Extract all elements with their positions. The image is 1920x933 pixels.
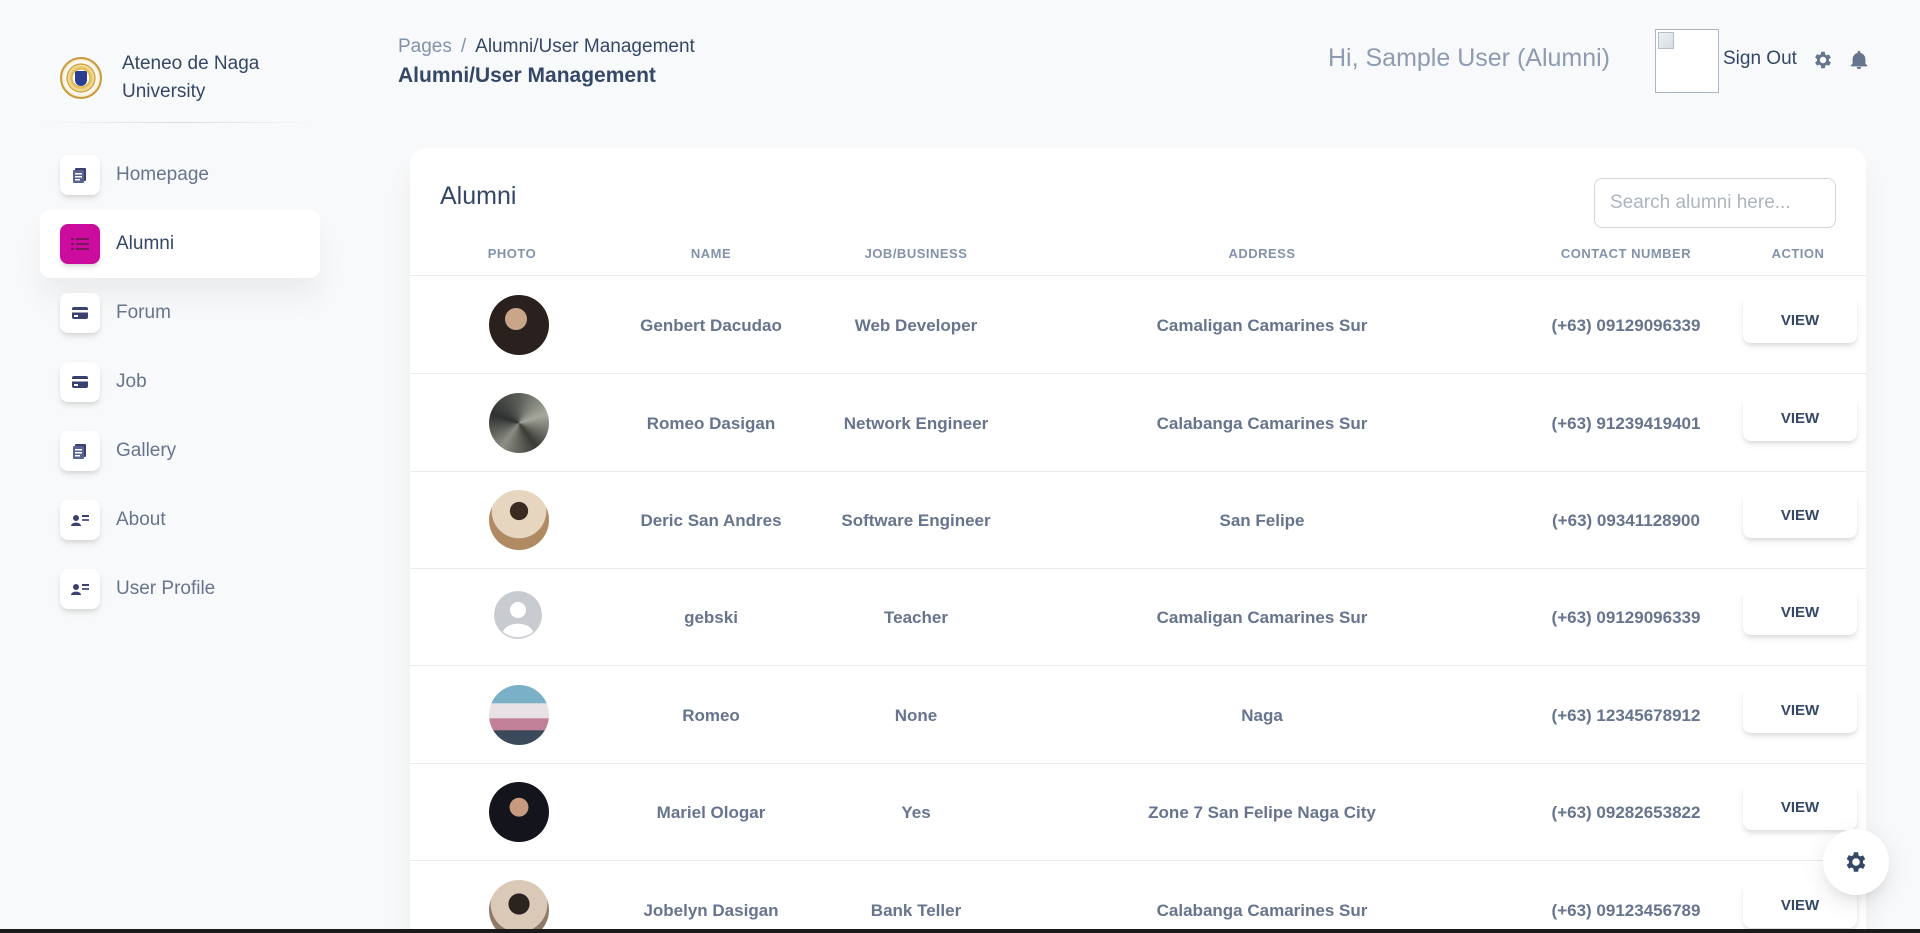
sidebar-item-gallery[interactable]: Gallery bbox=[40, 417, 320, 485]
card-title: Alumni bbox=[440, 182, 517, 210]
view-button[interactable]: VIEW bbox=[1743, 687, 1857, 733]
alumni-name: Jobelyn Dasigan bbox=[643, 901, 779, 920]
sidebar: Ateneo de Naga University Homepage Alumn… bbox=[40, 40, 320, 640]
sidebar-item-homepage[interactable]: Homepage bbox=[40, 141, 320, 209]
alumni-job: Web Developer bbox=[854, 316, 978, 335]
sidebar-item-label: Forum bbox=[116, 302, 171, 323]
brand-name: Ateneo de Naga University bbox=[122, 53, 260, 102]
column-header-address: ADDRESS bbox=[1228, 246, 1296, 261]
alumni-photo bbox=[489, 685, 549, 745]
view-button[interactable]: VIEW bbox=[1743, 784, 1857, 830]
list-icon bbox=[60, 224, 100, 264]
bell-icon[interactable] bbox=[1848, 49, 1870, 71]
window-bottom-edge bbox=[0, 929, 1920, 933]
table-header: PHOTO NAME JOB/BUSINESS ADDRESS CONTACT … bbox=[410, 244, 1866, 276]
credit-card-icon bbox=[60, 362, 100, 402]
column-header-photo: PHOTO bbox=[487, 246, 537, 261]
alumni-job: None bbox=[894, 706, 938, 725]
view-button[interactable]: VIEW bbox=[1743, 297, 1857, 343]
alumni-job: Network Engineer bbox=[843, 414, 989, 433]
alumni-name: Deric San Andres bbox=[640, 511, 782, 530]
alumni-address: Calabanga Camarines Sur bbox=[1156, 901, 1368, 920]
alumni-name: Mariel Ologar bbox=[656, 803, 766, 822]
credit-card-icon bbox=[60, 293, 100, 333]
view-button[interactable]: VIEW bbox=[1743, 395, 1857, 441]
alumni-photo bbox=[489, 880, 549, 933]
breadcrumb: Pages / Alumni/User Management bbox=[398, 36, 695, 58]
sidebar-item-label: Homepage bbox=[116, 164, 209, 185]
breadcrumb-separator: / bbox=[460, 36, 467, 57]
sidebar-item-user-profile[interactable]: User Profile bbox=[40, 555, 320, 623]
table-row: Mariel Ologar Yes Zone 7 San Felipe Naga… bbox=[410, 764, 1866, 861]
alumni-job: Yes bbox=[901, 803, 931, 822]
alumni-card: Alumni PHOTO NAME JOB/BUSINESS ADDRESS C… bbox=[410, 148, 1866, 933]
table-row: Jobelyn Dasigan Bank Teller Calabanga Ca… bbox=[410, 862, 1866, 933]
university-seal-logo bbox=[60, 57, 102, 99]
column-header-name: NAME bbox=[690, 246, 732, 261]
table-row: Romeo Dasigan Network Engineer Calabanga… bbox=[410, 375, 1866, 472]
sidebar-item-alumni[interactable]: Alumni bbox=[40, 210, 320, 278]
view-button[interactable]: VIEW bbox=[1743, 589, 1857, 635]
alumni-contact: (+63) 09341128900 bbox=[1552, 511, 1700, 530]
user-card-icon bbox=[60, 500, 100, 540]
sign-out-link[interactable]: Sign Out bbox=[1723, 48, 1797, 70]
alumni-contact: (+63) 09129096339 bbox=[1551, 316, 1701, 335]
alumni-name: Genbert Dacudao bbox=[640, 316, 782, 335]
sidebar-divider bbox=[40, 122, 316, 123]
gear-icon bbox=[1846, 852, 1866, 872]
sidebar-item-about[interactable]: About bbox=[40, 486, 320, 554]
alumni-job: Software Engineer bbox=[841, 511, 991, 530]
document-icon bbox=[60, 431, 100, 471]
sidebar-item-label: About bbox=[116, 509, 166, 530]
alumni-address: Zone 7 San Felipe Naga City bbox=[1148, 803, 1376, 822]
alumni-photo bbox=[489, 782, 549, 842]
alumni-photo bbox=[489, 295, 549, 355]
table-row: gebski Teacher Camaligan Camarines Sur (… bbox=[410, 569, 1866, 666]
avatar[interactable] bbox=[1655, 29, 1719, 93]
column-header-job: JOB/BUSINESS bbox=[864, 246, 968, 261]
sidebar-item-label: Alumni bbox=[116, 233, 175, 254]
gear-icon[interactable] bbox=[1812, 49, 1834, 71]
table-row: Romeo None Naga (+63) 12345678912 VIEW bbox=[410, 667, 1866, 764]
breadcrumb-current: Alumni/User Management bbox=[475, 36, 695, 57]
alumni-contact: (+63) 12345678912 bbox=[1551, 706, 1701, 725]
column-header-action: ACTION bbox=[1771, 246, 1825, 261]
brand[interactable]: Ateneo de Naga University bbox=[40, 40, 320, 118]
alumni-job: Bank Teller bbox=[870, 901, 962, 920]
alumni-contact: (+63) 09123456789 bbox=[1551, 901, 1701, 920]
alumni-address: Camaligan Camarines Sur bbox=[1156, 608, 1368, 627]
alumni-address: Calabanga Camarines Sur bbox=[1156, 414, 1368, 433]
sidebar-item-label: Gallery bbox=[116, 440, 177, 461]
default-avatar-icon bbox=[494, 591, 542, 639]
alumni-name: Romeo bbox=[682, 706, 740, 725]
alumni-address: Naga bbox=[1241, 706, 1283, 725]
alumni-contact: (+63) 09129096339 bbox=[1551, 608, 1701, 627]
search-input[interactable] bbox=[1594, 178, 1836, 228]
alumni-contact: (+63) 09282653822 bbox=[1551, 803, 1701, 822]
alumni-name: gebski bbox=[684, 608, 738, 627]
sidebar-item-label: User Profile bbox=[116, 578, 216, 599]
alumni-contact: (+63) 91239419401 bbox=[1551, 414, 1701, 433]
table-row: Deric San Andres Software Engineer San F… bbox=[410, 472, 1866, 569]
alumni-job: Teacher bbox=[884, 608, 948, 627]
breadcrumb-root-link[interactable]: Pages bbox=[398, 36, 452, 57]
sidebar-item-label: Job bbox=[116, 371, 147, 392]
alumni-name: Romeo Dasigan bbox=[646, 414, 776, 433]
alumni-photo bbox=[489, 490, 549, 550]
alumni-address: San Felipe bbox=[1219, 511, 1305, 530]
sidebar-item-job[interactable]: Job bbox=[40, 348, 320, 416]
document-icon bbox=[60, 155, 100, 195]
sidebar-item-forum[interactable]: Forum bbox=[40, 279, 320, 347]
user-greeting: Hi, Sample User (Alumni) bbox=[1328, 44, 1611, 72]
user-card-icon bbox=[60, 569, 100, 609]
alumni-photo bbox=[489, 393, 549, 453]
alumni-address: Camaligan Camarines Sur bbox=[1156, 316, 1368, 335]
settings-fab-button[interactable] bbox=[1823, 829, 1889, 895]
table-row: Genbert Dacudao Web Developer Camaligan … bbox=[410, 277, 1866, 374]
sidebar-nav: Homepage Alumni Forum Job Gallery About … bbox=[40, 141, 320, 623]
view-button[interactable]: VIEW bbox=[1743, 492, 1857, 538]
page-title: Alumni/User Management bbox=[398, 64, 656, 87]
column-header-contact: CONTACT NUMBER bbox=[1560, 246, 1692, 261]
